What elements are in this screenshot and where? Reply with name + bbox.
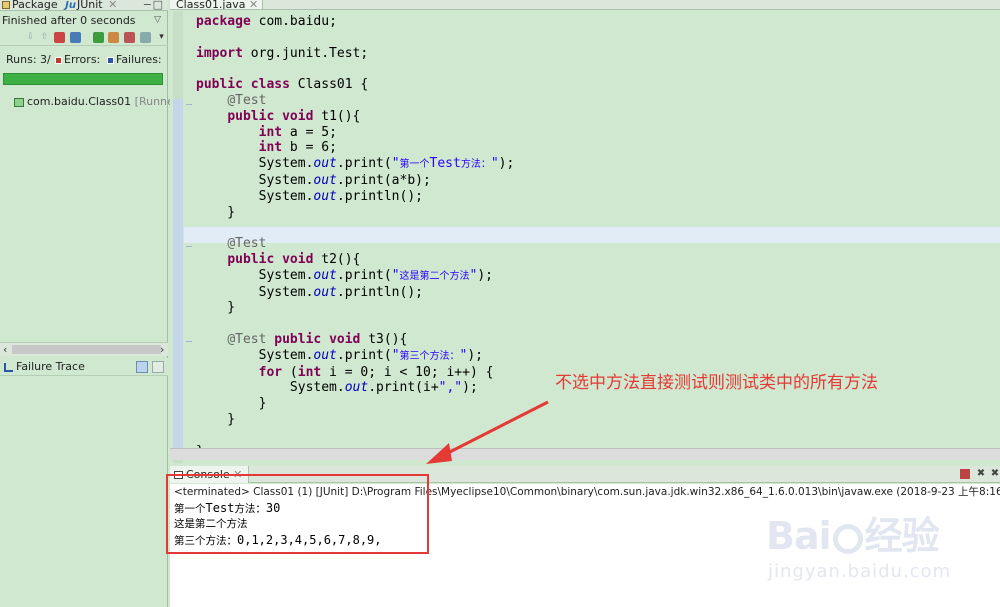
source-code[interactable]: package com.baidu; import org.junit.Test… (196, 14, 514, 459)
failure-trace-icon (4, 362, 13, 372)
failures-counter: Failures: (107, 51, 162, 69)
compare-result-icon[interactable] (152, 361, 164, 373)
highlight-box (166, 474, 429, 554)
editor-tab-bar: Class01.java ✕ (170, 0, 1000, 10)
code-line[interactable]: package com.baidu; (196, 14, 514, 30)
code-line[interactable]: System.out.print(a*b); (196, 173, 514, 189)
view-menu-dropdown-icon[interactable]: ▾ (156, 32, 167, 43)
code-line[interactable]: System.out.print(i+","); (196, 380, 514, 396)
code-line[interactable]: } (196, 300, 514, 316)
code-editor[interactable]: package com.baidu; import org.junit.Test… (170, 11, 1000, 463)
code-line[interactable] (196, 316, 514, 332)
close-tab-icon[interactable]: ✕ (106, 0, 119, 10)
remove-launch-icon[interactable]: ✖ (976, 469, 986, 479)
errors-counter: Errors: (55, 51, 100, 69)
test-run-history-icon[interactable] (140, 32, 151, 43)
fold-marker[interactable] (186, 341, 192, 342)
code-line[interactable] (196, 61, 514, 77)
scroll-left-icon[interactable]: ‹ (3, 344, 7, 356)
annotation-text: 不选中方法直接测试则测试类中的所有方法 (555, 373, 878, 393)
runs-counter: Runs: 3/ (6, 53, 51, 66)
code-line[interactable]: } (196, 205, 514, 221)
code-line[interactable]: public class Class01 { (196, 77, 514, 93)
fold-marker[interactable] (186, 104, 192, 105)
remove-all-terminated-icon[interactable]: ✖ (990, 469, 1000, 479)
code-line[interactable]: System.out.print("第一个Test方法："); (196, 156, 515, 173)
code-line[interactable]: } (196, 396, 514, 412)
failure-trace-header: Failure Trace (0, 358, 168, 376)
code-line[interactable]: int b = 6; (196, 140, 514, 156)
test-tree-item[interactable]: com.baidu.Class01 [Runner: (14, 95, 182, 108)
error-icon (55, 56, 62, 64)
test-suite-icon (14, 97, 24, 107)
junit-status-text: Finished after 0 seconds (2, 14, 136, 27)
code-line[interactable]: for (int i = 0; i < 10; i++) { (196, 365, 514, 381)
code-line[interactable]: @Test (196, 236, 514, 252)
code-line[interactable]: System.out.println(); (196, 189, 514, 205)
previous-failure-icon[interactable]: ⇧ (39, 32, 50, 43)
code-line[interactable]: @Test public void t3(){ (196, 332, 514, 348)
terminate-icon[interactable] (960, 469, 970, 479)
code-line[interactable]: @Test (196, 93, 514, 109)
package-icon (2, 1, 10, 9)
code-line[interactable] (196, 428, 514, 444)
next-failure-icon[interactable]: ⇩ (25, 32, 36, 43)
junit-view: Package JuJUnit ✕ − □ Finished after 0 s… (0, 0, 182, 607)
watermark-url: jingyan.baidu.com (768, 561, 952, 582)
tab-junit[interactable]: JuJUnit ✕ (63, 0, 121, 11)
editor-range-indicator (173, 99, 183, 457)
test-counters: Runs: 3/ Errors: Failures: (0, 51, 168, 69)
rerun-failed-first-icon[interactable] (108, 32, 119, 43)
close-tab-icon[interactable]: ✕ (249, 0, 258, 9)
rerun-test-icon[interactable] (93, 32, 104, 43)
watermark-logo: Bai 经验 (766, 514, 940, 558)
fold-marker[interactable] (186, 246, 192, 247)
horizontal-scrollbar[interactable]: ‹ › (0, 342, 168, 356)
scroll-right-icon[interactable]: › (160, 344, 164, 356)
code-line[interactable]: System.out.println(); (196, 285, 514, 301)
code-line[interactable] (196, 30, 514, 46)
maximize-icon[interactable]: □ (151, 0, 165, 10)
scrollbar-thumb[interactable] (12, 345, 161, 354)
code-line[interactable]: System.out.print("这是第二个方法"); (196, 268, 514, 285)
code-line[interactable]: } (196, 412, 514, 428)
junit-toolbar: ⇩ ⇧ ▾ (0, 30, 168, 46)
code-line[interactable]: int a = 5; (196, 125, 514, 141)
test-progress-bar (3, 73, 163, 85)
view-menu-icon[interactable]: ▽ (154, 15, 161, 25)
baidu-jingyan-watermark: Bai 经验 jingyan.baidu.com (760, 495, 995, 595)
filter-stack-trace-icon[interactable] (136, 361, 148, 373)
code-line[interactable]: import org.junit.Test; (196, 46, 514, 62)
code-line[interactable]: public void t1(){ (196, 109, 514, 125)
scroll-lock-icon[interactable] (70, 32, 81, 43)
code-line[interactable]: public void t2(){ (196, 252, 514, 268)
tab-class01-java[interactable]: Class01.java ✕ (170, 0, 264, 9)
junit-icon: Ju (65, 0, 76, 11)
show-failures-only-icon[interactable] (54, 32, 65, 43)
failure-icon (107, 56, 114, 64)
tab-package-explorer[interactable]: Package (0, 0, 60, 10)
stop-icon[interactable] (124, 32, 135, 43)
code-line[interactable] (196, 220, 514, 236)
editor-horizontal-scrollbar[interactable] (170, 448, 1000, 460)
code-line[interactable]: System.out.print("第三个方法："); (196, 348, 514, 365)
view-tab-bar: Package JuJUnit ✕ − □ (0, 0, 168, 11)
